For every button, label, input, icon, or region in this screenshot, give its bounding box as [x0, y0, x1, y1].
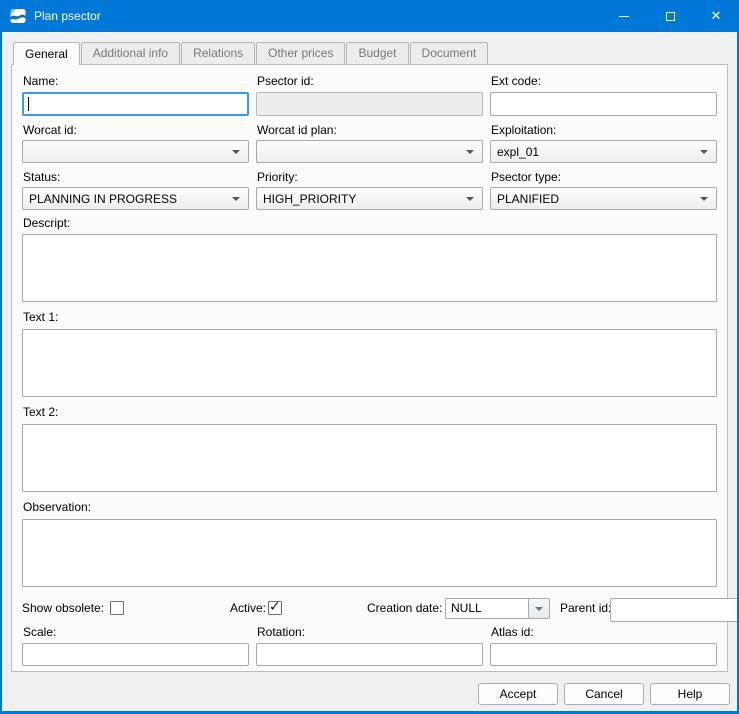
worcat-id-label: Worcat id: [22, 123, 249, 137]
dialog-button-row: Accept Cancel Help [2, 672, 737, 711]
active-checkbox[interactable] [268, 601, 282, 615]
status-select[interactable]: PLANNING IN PROGRESS [22, 187, 249, 210]
maximize-button[interactable] [647, 0, 693, 32]
chevron-down-icon [232, 150, 240, 154]
tab-other-prices[interactable]: Other prices [256, 42, 345, 64]
psector-type-select[interactable]: PLANIFIED [490, 187, 717, 210]
accept-button[interactable]: Accept [478, 683, 558, 705]
minimize-icon [619, 16, 629, 17]
tab-budget[interactable]: Budget [346, 42, 408, 64]
priority-select[interactable]: HIGH_PRIORITY [256, 187, 483, 210]
tab-bar: General Additional info Relations Other … [11, 42, 728, 64]
active-label: Active: [230, 598, 266, 618]
ext-code-label: Ext code: [490, 74, 717, 88]
atlas-id-input[interactable] [490, 643, 717, 666]
scale-label: Scale: [22, 625, 249, 639]
rotation-input[interactable] [256, 643, 483, 666]
tab-general[interactable]: General [13, 42, 80, 65]
text2-textarea[interactable] [22, 424, 717, 492]
observation-textarea[interactable] [22, 519, 717, 587]
tab-document[interactable]: Document [410, 42, 489, 64]
atlas-id-label: Atlas id: [490, 625, 717, 639]
chevron-down-icon [700, 150, 708, 154]
close-button[interactable]: ✕ [693, 0, 739, 32]
worcat-id-select[interactable] [22, 140, 249, 163]
text-caret [28, 97, 29, 111]
parent-id-label: Parent id: [560, 598, 611, 618]
creation-date-select[interactable]: NULL [445, 598, 550, 619]
window-title: Plan psector [34, 9, 601, 23]
psector-type-label: Psector type: [490, 170, 717, 184]
help-button[interactable]: Help [650, 683, 730, 705]
app-logo-icon [10, 8, 26, 24]
chevron-down-icon [466, 150, 474, 154]
ext-code-input[interactable] [490, 92, 717, 116]
minimize-button[interactable] [601, 0, 647, 32]
worcat-id-plan-select[interactable] [256, 140, 483, 163]
exploitation-select[interactable]: expl_01 [490, 140, 717, 163]
scale-input[interactable] [22, 643, 249, 666]
descript-textarea[interactable] [22, 234, 717, 302]
show-obsolete-label: Show obsolete: [22, 598, 104, 618]
priority-label: Priority: [256, 170, 483, 184]
chevron-down-icon [700, 197, 708, 201]
plan-psector-dialog: Plan psector ✕ General Additional info R… [0, 0, 739, 714]
worcat-id-plan-label: Worcat id plan: [256, 123, 483, 137]
name-input[interactable] [22, 92, 249, 116]
status-label: Status: [22, 170, 249, 184]
rotation-label: Rotation: [256, 625, 483, 639]
tab-additional-info[interactable]: Additional info [81, 42, 180, 64]
text1-textarea[interactable] [22, 329, 717, 397]
options-row: Show obsolete: Active: Creation date: NU… [22, 598, 717, 618]
psector-id-input [256, 92, 483, 116]
titlebar: Plan psector ✕ [0, 0, 739, 32]
creation-date-label: Creation date: [367, 598, 442, 618]
creation-date-dropdown-button[interactable] [528, 599, 549, 618]
maximize-icon [666, 12, 675, 21]
observation-label: Observation: [22, 500, 717, 514]
show-obsolete-checkbox[interactable] [110, 601, 124, 615]
chevron-down-icon [535, 607, 543, 611]
text1-label: Text 1: [22, 310, 717, 324]
general-tab-pane: Name: Psector id: Ext code: Worcat id: W… [11, 64, 728, 672]
psector-id-label: Psector id: [256, 74, 483, 88]
name-label: Name: [22, 74, 249, 88]
chevron-down-icon [232, 197, 240, 201]
text2-label: Text 2: [22, 405, 717, 419]
close-icon: ✕ [711, 10, 722, 23]
tab-relations[interactable]: Relations [181, 42, 255, 64]
descript-label: Descript: [22, 216, 717, 230]
parent-id-input[interactable] [610, 598, 739, 622]
cancel-button[interactable]: Cancel [564, 683, 644, 705]
chevron-down-icon [466, 197, 474, 201]
dialog-content: General Additional info Relations Other … [2, 32, 737, 672]
exploitation-label: Exploitation: [490, 123, 717, 137]
